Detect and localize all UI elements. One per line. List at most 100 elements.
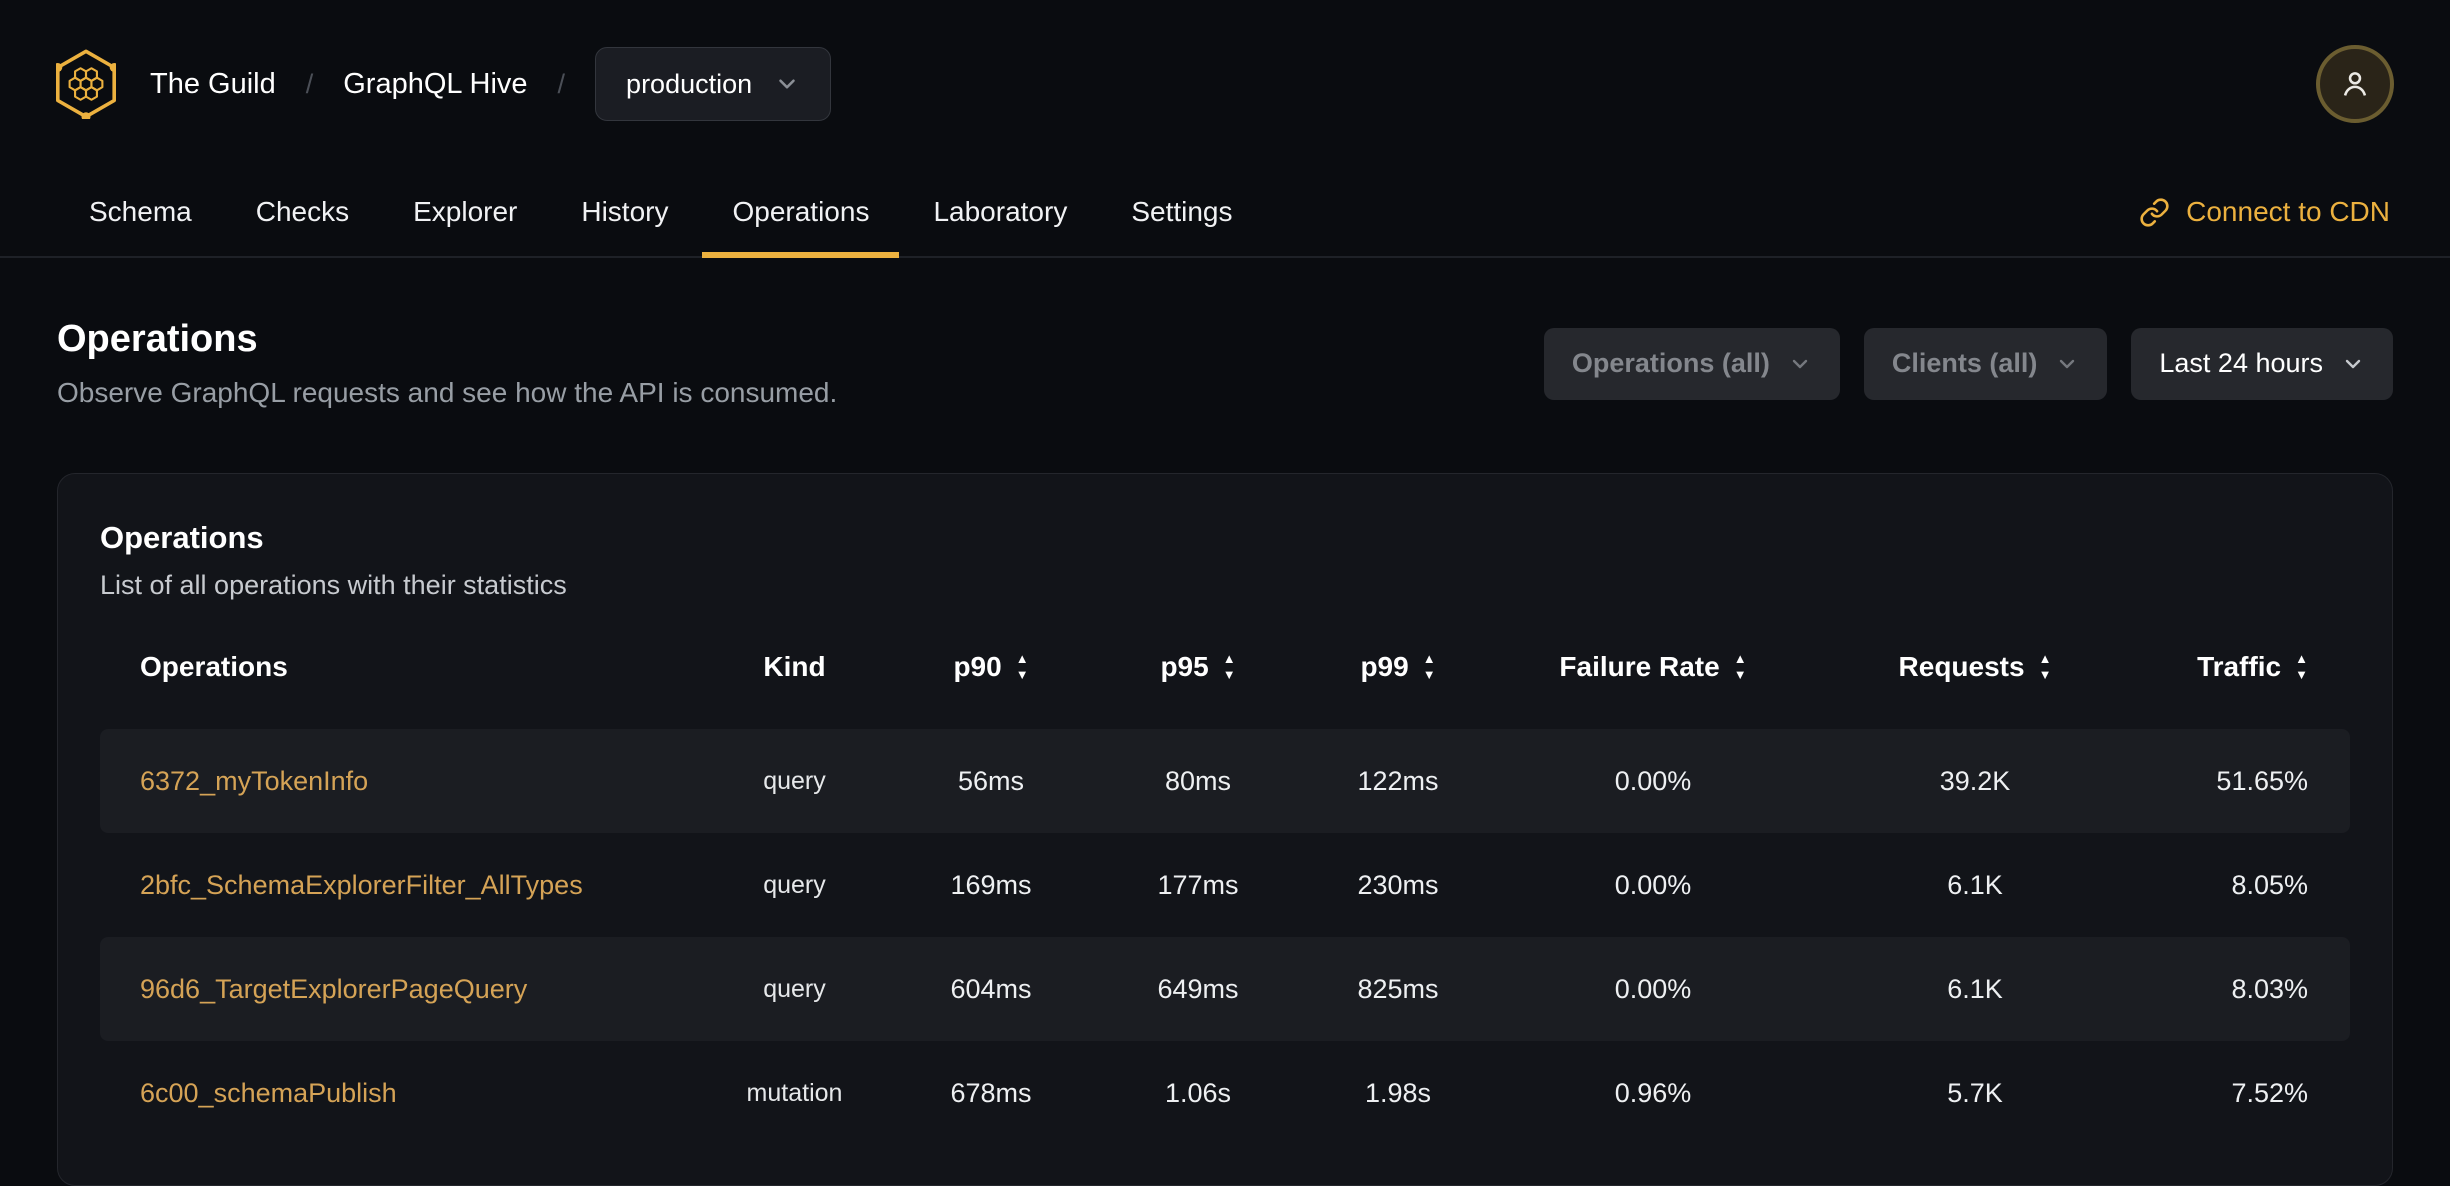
cell-p99: 230ms [1357, 869, 1439, 900]
column-label: p99 [1360, 651, 1409, 682]
column-header-failure-rate[interactable]: Failure Rate ▲ ▼ [1493, 651, 1813, 684]
page-subtitle: Observe GraphQL requests and see how the… [57, 377, 838, 408]
chevron-down-icon [1792, 359, 1808, 368]
cell-p95: 177ms [1157, 869, 1239, 900]
sort-arrows-icon[interactable]: ▲ ▼ [2039, 651, 2052, 684]
filter-clients-button[interactable]: Clients (all) [1863, 327, 2108, 400]
cell-requests: 6.1K [1947, 973, 2003, 1004]
cell-p95: 1.06s [1164, 1077, 1232, 1108]
cell-requests: 5.7K [1947, 1077, 2003, 1108]
tab-settings[interactable]: Settings [1099, 168, 1264, 256]
column-header-operations: Operations [100, 651, 700, 683]
cell-p95: 649ms [1157, 973, 1239, 1004]
table-row: 2bfc_SchemaExplorerFilter_AllTypes query 1… [100, 833, 2350, 937]
nav-tabs-bar: Schema Checks Explorer History Operation… [0, 168, 2450, 258]
column-header-p90[interactable]: p90 ▲ ▼ [889, 651, 1093, 684]
cell-name: 2bfc_SchemaExplorerFilter_AllTypes [100, 870, 700, 901]
cell-p99: 825ms [1357, 973, 1439, 1004]
column-header-kind: Kind [700, 651, 889, 683]
breadcrumb-org[interactable]: The Guild [150, 68, 276, 101]
user-avatar-button[interactable] [2316, 45, 2394, 123]
filters: Operations (all) Clients (all) Last 24 h… [1543, 327, 2393, 400]
table-row: 96d6_TargetExplorerPageQuery query 604ms 64… [100, 937, 2350, 1041]
sort-arrows-icon[interactable]: ▲ ▼ [2295, 651, 2308, 684]
cell-p99: 1.98s [1364, 1077, 1432, 1108]
chevron-down-icon [2345, 359, 2361, 368]
operation-link[interactable]: 2bfc_SchemaExplorerFilter_AllTypes [140, 870, 583, 901]
chevron-down-icon [2060, 359, 2075, 368]
main-content: Operations Observe GraphQL requests and … [0, 318, 2450, 1186]
cell-kind: mutation [746, 1078, 843, 1107]
breadcrumb-separator: / [557, 68, 566, 99]
column-label: Kind [763, 651, 826, 682]
tab-label: Operations [732, 196, 870, 227]
cell-name: 6c00_schemaPublish [100, 1078, 700, 1109]
cell-p90: 678ms [950, 1077, 1032, 1108]
column-header-p95[interactable]: p95 ▲ ▼ [1093, 651, 1303, 684]
table-row: 6372_myTokenInfo query 56ms 80ms 122ms 0.00% 3… [100, 729, 2350, 833]
cell-requests: 6.1K [1947, 869, 2003, 900]
topbar: The Guild / GraphQL Hive / production [0, 0, 2450, 168]
filter-clients-label: Clients (all) [1891, 348, 2038, 378]
column-header-p99[interactable]: p99 ▲ ▼ [1303, 651, 1493, 684]
breadcrumb-separator: / [305, 68, 314, 99]
tab-checks[interactable]: Checks [224, 168, 381, 256]
cell-failure_rate: 0.00% [1614, 765, 1692, 796]
cell-p95: 80ms [1164, 765, 1232, 796]
page-header: Operations Observe GraphQL requests and … [57, 318, 2393, 409]
environment-label: production [626, 68, 753, 99]
tab-label: Explorer [413, 196, 518, 227]
cell-kind: query [763, 870, 826, 899]
cell-traffic: 51.65% [2216, 765, 2308, 796]
sort-arrows-icon[interactable]: ▲ ▼ [1734, 651, 1747, 684]
sort-arrows-icon[interactable]: ▲ ▼ [1223, 651, 1236, 684]
breadcrumb: The Guild / GraphQL Hive / production [56, 47, 832, 121]
operation-link[interactable]: 6372_myTokenInfo [140, 766, 368, 797]
column-label: p90 [953, 651, 1002, 682]
operations-table: Operations Kind p90 ▲ ▼ p95 ▲ ▼ p99 ▲ ▼ Failure Rat… [100, 635, 2350, 1145]
operations-card: Operations List of all operations with t… [57, 473, 2393, 1186]
column-header-requests[interactable]: Requests ▲ ▼ [1813, 651, 2137, 684]
sort-arrows-icon[interactable]: ▲ ▼ [1016, 651, 1029, 684]
tab-label: Settings [1131, 196, 1233, 227]
sort-arrows-icon[interactable]: ▲ ▼ [1423, 651, 1436, 684]
tab-operations[interactable]: Operations [700, 168, 901, 258]
table-header: Operations Kind p90 ▲ ▼ p95 ▲ ▼ p99 ▲ ▼ Failure Rat… [100, 635, 2350, 699]
cell-kind: query [763, 766, 826, 795]
tab-label: History [581, 196, 669, 227]
tab-label: Laboratory [933, 196, 1068, 227]
cell-p90: 169ms [950, 869, 1032, 900]
operation-link[interactable]: 96d6_TargetExplorerPageQuery [140, 974, 527, 1005]
cell-p90: 56ms [957, 765, 1025, 796]
filter-period-button[interactable]: Last 24 hours [2131, 327, 2393, 400]
cell-traffic: 8.05% [2231, 869, 2308, 900]
nav-tabs: Schema Checks Explorer History Operation… [57, 168, 1265, 258]
tab-laboratory[interactable]: Laboratory [901, 168, 1099, 256]
operation-link[interactable]: 6c00_schemaPublish [140, 1078, 397, 1109]
cell-traffic: 7.52% [2231, 1077, 2308, 1108]
card-title: Operations [100, 520, 264, 555]
cell-p99: 122ms [1357, 765, 1439, 796]
connect-cdn-link[interactable]: Connect to CDN [2139, 196, 2390, 228]
cell-requests: 39.2K [1939, 765, 2011, 796]
column-label: p95 [1160, 651, 1209, 682]
cell-name: 6372_myTokenInfo [100, 766, 700, 797]
environment-selector[interactable]: production [595, 47, 832, 121]
breadcrumb-product[interactable]: GraphQL Hive [343, 68, 527, 101]
table-row: 6c00_schemaPublish mutation 678ms 1.06s 1.98… [100, 1041, 2350, 1145]
tab-schema[interactable]: Schema [57, 168, 224, 256]
column-header-traffic[interactable]: Traffic ▲ ▼ [2137, 651, 2350, 684]
tab-label: Checks [255, 196, 350, 227]
cell-traffic: 8.03% [2231, 973, 2308, 1004]
filter-operations-button[interactable]: Operations (all) [1543, 327, 1840, 400]
tab-explorer[interactable]: Explorer [381, 168, 549, 256]
hive-logo-icon[interactable] [56, 49, 116, 119]
connect-cdn-label: Connect to CDN [2186, 196, 2390, 227]
column-label: Operations [140, 651, 288, 682]
chevron-down-icon [779, 79, 795, 89]
cell-failure_rate: 0.96% [1614, 1077, 1692, 1108]
page-title: Operations [57, 318, 258, 360]
link-icon [2140, 197, 2169, 227]
tab-history[interactable]: History [549, 168, 700, 256]
cell-p90: 604ms [950, 973, 1032, 1004]
